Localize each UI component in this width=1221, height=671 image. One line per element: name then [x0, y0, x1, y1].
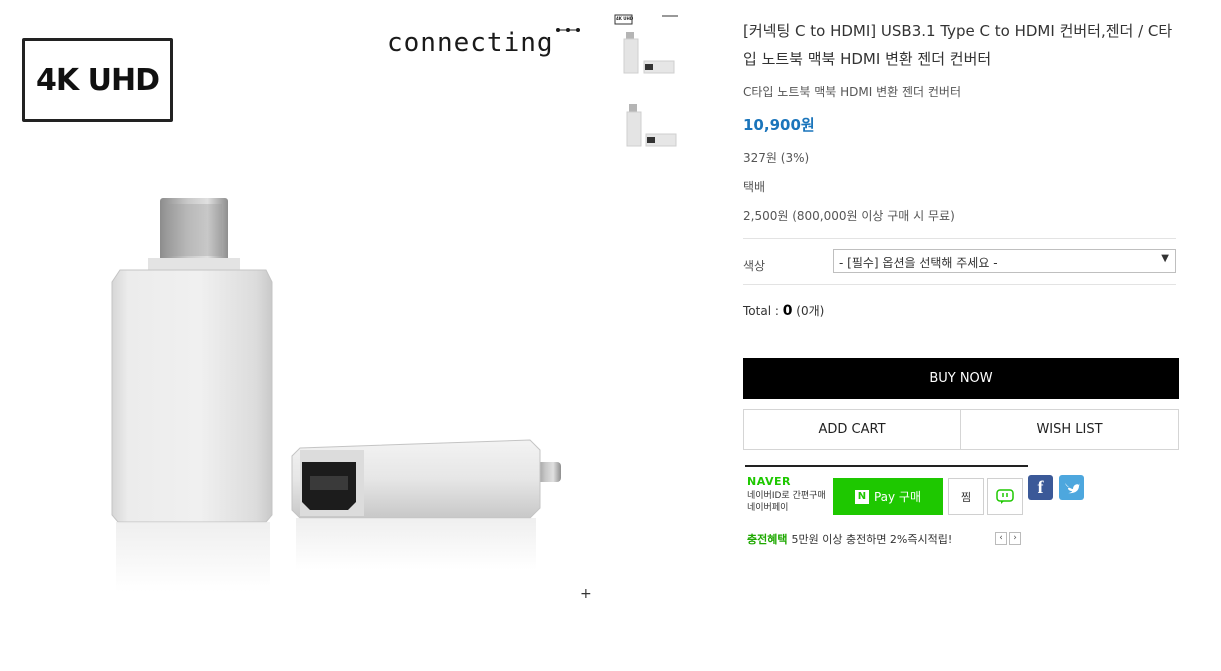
naver-n-icon: N — [854, 489, 869, 504]
naver-talk-button[interactable] — [987, 478, 1023, 515]
thumbnail-image — [614, 14, 678, 74]
chevron-left-icon[interactable]: ‹ — [995, 532, 1007, 545]
twitter-bird-icon — [1064, 483, 1080, 494]
talk-bubble-icon — [996, 488, 1014, 504]
thumbnail-1[interactable]: 4K UHD — [614, 12, 680, 82]
buy-now-button[interactable]: BUY NOW — [743, 358, 1179, 399]
promo-text: 5만원 이상 충전하면 2%즉시적립! — [791, 533, 953, 546]
divider — [743, 238, 1176, 239]
twitter-share-button[interactable] — [1059, 475, 1084, 500]
product-title: [커넥팅 C to HDMI] USB3.1 Type C to HDMI 컨버… — [743, 22, 1173, 68]
chevron-right-icon[interactable]: › — [1009, 532, 1021, 545]
naver-pay-description: 네이버ID로 간편구매 네이버페이 — [747, 491, 826, 513]
total-label: Total : — [743, 304, 783, 318]
naver-logo: NAVER — [747, 475, 791, 488]
facebook-share-button[interactable]: f — [1028, 475, 1053, 500]
naver-pay-buy-button[interactable]: N Pay 구매 — [833, 478, 943, 515]
thumbnail-badge: 4K UHD — [616, 16, 634, 21]
naver-pay-divider — [745, 465, 1028, 467]
main-product-image[interactable]: 4K UHD connecting + — [0, 0, 600, 620]
divider — [743, 284, 1176, 285]
color-option-select[interactable]: - [필수] 옵션을 선택해 주세요 - ▼ — [833, 249, 1176, 273]
chevron-down-icon: ▼ — [1161, 253, 1169, 264]
total-amount: 0 — [782, 303, 793, 319]
total-summary: Total : 0 (0개) — [743, 302, 824, 319]
naver-zzim-button[interactable]: 찜 — [948, 478, 984, 515]
thumbnail-image — [626, 104, 677, 147]
total-count: (0개) — [796, 304, 825, 318]
charge-promo: 충전혜택 5만원 이상 충전하면 2%즉시적립! — [747, 531, 952, 547]
thumbnail-2[interactable] — [614, 100, 680, 170]
product-subtitle: C타입 노트북 맥북 HDMI 변환 젠더 컨버터 — [743, 85, 961, 99]
promo-highlight: 충전혜택 — [747, 533, 788, 546]
naver-pay-buy-label: Pay 구매 — [873, 490, 922, 504]
brand-logo: connecting — [387, 28, 554, 58]
plus-icon[interactable]: + — [580, 586, 592, 602]
uhd-badge: 4K UHD — [22, 38, 173, 122]
option-label: 색상 — [743, 259, 766, 273]
shipping-fee: 2,500원 (800,000원 이상 구매 시 무료) — [743, 209, 955, 223]
add-cart-button[interactable]: ADD CART — [743, 409, 961, 450]
product-price: 10,900원 — [743, 116, 815, 134]
brand-logo-dots-icon — [556, 28, 580, 32]
shipping-method: 택배 — [743, 180, 766, 194]
facebook-icon: f — [1037, 477, 1044, 497]
option-selected-value: - [필수] 옵션을 선택해 주세요 - — [839, 256, 998, 270]
reward-points: 327원 (3%) — [743, 151, 810, 165]
wish-list-button[interactable]: WISH LIST — [960, 409, 1179, 450]
